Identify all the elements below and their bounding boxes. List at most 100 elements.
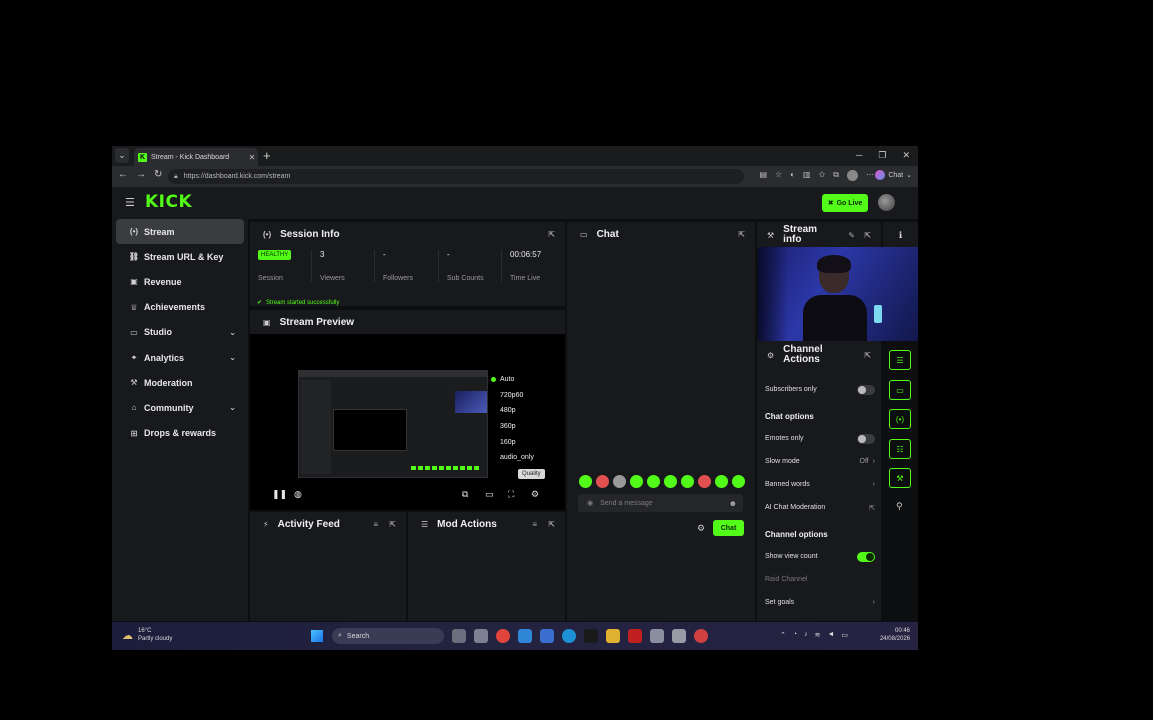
- emote-icon[interactable]: [715, 475, 728, 488]
- list-icon[interactable]: ☰: [889, 350, 911, 370]
- video-player[interactable]: Auto 720p60 480p 360p 160p audio_only Qu…: [250, 334, 565, 510]
- emote-icon[interactable]: [698, 475, 711, 488]
- kick-logo[interactable]: KICK: [145, 192, 192, 212]
- refresh-icon[interactable]: ↻: [154, 169, 162, 180]
- restore-icon[interactable]: ❐: [878, 148, 886, 163]
- battery-icon[interactable]: ▭: [841, 631, 848, 639]
- sidebar-item-drops-rewards[interactable]: ⊞ Drops & rewards: [116, 421, 244, 446]
- subscribers-only-toggle[interactable]: [857, 385, 875, 395]
- emote-icon[interactable]: [732, 475, 745, 488]
- new-tab-button[interactable]: +: [263, 148, 271, 163]
- task-view-icon[interactable]: [452, 629, 466, 643]
- chrome-icon[interactable]: [496, 629, 510, 643]
- quality-option[interactable]: Auto: [490, 372, 550, 388]
- emote-icon[interactable]: [647, 475, 660, 488]
- terminal-icon[interactable]: [584, 629, 598, 643]
- browser-icon[interactable]: [562, 629, 576, 643]
- wrench-icon[interactable]: ⚒︎: [889, 468, 911, 488]
- chat-settings-icon[interactable]: ⚙: [697, 523, 705, 534]
- sidebar-item-studio[interactable]: ▭ Studio ⌄: [116, 320, 244, 345]
- pip-icon[interactable]: ⧉: [462, 489, 468, 500]
- sidebar-item-analytics[interactable]: ⌖ Analytics ⌄: [116, 345, 244, 370]
- folder-icon[interactable]: [606, 629, 620, 643]
- app-icon[interactable]: [650, 629, 664, 643]
- taskbar-clock[interactable]: 00:46 24/08/2026: [872, 627, 910, 643]
- weather-widget[interactable]: ☁︎ 16°C Partly cloudy: [122, 627, 172, 643]
- go-live-button[interactable]: ✖ Go Live: [822, 194, 868, 212]
- menu-icon[interactable]: ☰: [125, 196, 135, 209]
- emoji-icon[interactable]: ☻: [729, 499, 737, 508]
- sidebar-item-stream[interactable]: (•) Stream: [116, 219, 244, 245]
- show-view-count-toggle[interactable]: [857, 552, 875, 562]
- emote-icon[interactable]: [579, 475, 592, 488]
- chevron-up-icon[interactable]: ⌃: [780, 631, 786, 639]
- sidebar-item-achievements[interactable]: ♕ Achievements: [116, 295, 244, 320]
- forward-icon[interactable]: →: [136, 169, 146, 180]
- banned-words-row[interactable]: Banned words ›: [765, 481, 875, 488]
- store-icon[interactable]: [540, 629, 554, 643]
- theater-icon[interactable]: ▭: [485, 489, 494, 500]
- edit-icon[interactable]: ✎: [848, 231, 855, 240]
- popout-icon[interactable]: ⇱: [548, 230, 555, 239]
- filter-icon[interactable]: ≡: [373, 520, 378, 529]
- chat-message-input[interactable]: ◉ Send a message ☻: [578, 494, 743, 512]
- quality-option[interactable]: 480p: [490, 403, 550, 419]
- settings-gear-icon[interactable]: ⚙: [531, 489, 539, 500]
- widgets-icon[interactable]: [474, 629, 488, 643]
- emote-icon[interactable]: [664, 475, 677, 488]
- pause-icon[interactable]: ❚❚: [272, 489, 287, 500]
- fullscreen-icon[interactable]: ⛶: [508, 489, 514, 500]
- popout-icon[interactable]: ⇱: [548, 520, 555, 529]
- set-goals-row[interactable]: Set goals ›: [765, 599, 875, 606]
- share-icon[interactable]: ⚲: [896, 501, 903, 512]
- emote-icon[interactable]: [630, 475, 643, 488]
- send-chat-button[interactable]: Chat: [713, 520, 744, 536]
- reader-icon[interactable]: ▤: [759, 170, 767, 181]
- extension-icon[interactable]: ◐: [790, 170, 795, 181]
- quality-option[interactable]: 720p60: [490, 388, 550, 404]
- popout-icon[interactable]: ⇱: [864, 231, 871, 240]
- microphone-icon[interactable]: ♪: [804, 631, 808, 639]
- popout-icon[interactable]: ⇱: [389, 520, 396, 529]
- taskbar-search[interactable]: ⌕ Search: [332, 628, 444, 644]
- info-icon[interactable]: ℹ: [899, 230, 902, 241]
- emotes-only-toggle[interactable]: [857, 434, 875, 444]
- favorites-icon[interactable]: ✩: [819, 170, 826, 181]
- back-icon[interactable]: ←: [118, 169, 128, 180]
- emote-icon[interactable]: [613, 475, 626, 488]
- netflix-icon[interactable]: [628, 629, 642, 643]
- popout-icon[interactable]: ⇱: [738, 230, 745, 239]
- quality-option[interactable]: 160p: [490, 435, 550, 451]
- close-tab-icon[interactable]: ✕: [246, 153, 258, 162]
- slow-mode-row[interactable]: Slow mode Off ›: [765, 458, 875, 465]
- windows-start-icon[interactable]: [311, 630, 323, 642]
- profile-icon[interactable]: [847, 170, 858, 181]
- sidebar-item-revenue[interactable]: ▣ Revenue: [116, 269, 244, 294]
- user-avatar[interactable]: [878, 194, 895, 211]
- copilot-chat-button[interactable]: Chat ⌄: [875, 170, 912, 180]
- tab-list-button[interactable]: ⌄: [115, 148, 129, 163]
- sidebar-item-stream-url-key[interactable]: ⛓︎ Stream URL & Key: [116, 244, 244, 269]
- emote-icon[interactable]: [681, 475, 694, 488]
- minimize-icon[interactable]: ─: [856, 148, 862, 163]
- sidebar-item-community[interactable]: ⌂ Community ⌄: [116, 395, 244, 420]
- network-icon[interactable]: ◔: [793, 631, 797, 639]
- chat-icon[interactable]: ▭: [889, 380, 911, 400]
- emote-icon[interactable]: [596, 475, 609, 488]
- server-icon[interactable]: ☷: [889, 439, 911, 459]
- filter-icon[interactable]: ≡: [532, 520, 537, 529]
- quality-option[interactable]: audio_only: [490, 450, 550, 466]
- sidebar-item-moderation[interactable]: ⚒︎ Moderation: [116, 370, 244, 395]
- ai-chat-moderation-row[interactable]: AI Chat Moderation ⇱: [765, 504, 875, 512]
- broadcast-icon[interactable]: (•): [889, 409, 911, 429]
- popout-icon[interactable]: ⇱: [864, 351, 871, 360]
- browser-tab[interactable]: K Stream - Kick Dashboard ✕: [134, 148, 258, 166]
- close-window-icon[interactable]: ✕: [902, 148, 910, 163]
- volume-icon[interactable]: ◄: [827, 631, 834, 639]
- star-icon[interactable]: ☆: [775, 170, 782, 181]
- wifi-icon[interactable]: ≋: [815, 631, 821, 639]
- collections-icon[interactable]: ⧉: [833, 170, 839, 181]
- quality-option[interactable]: 360p: [490, 419, 550, 435]
- edge-icon[interactable]: [518, 629, 532, 643]
- raid-channel-row[interactable]: Raid Channel: [765, 576, 875, 583]
